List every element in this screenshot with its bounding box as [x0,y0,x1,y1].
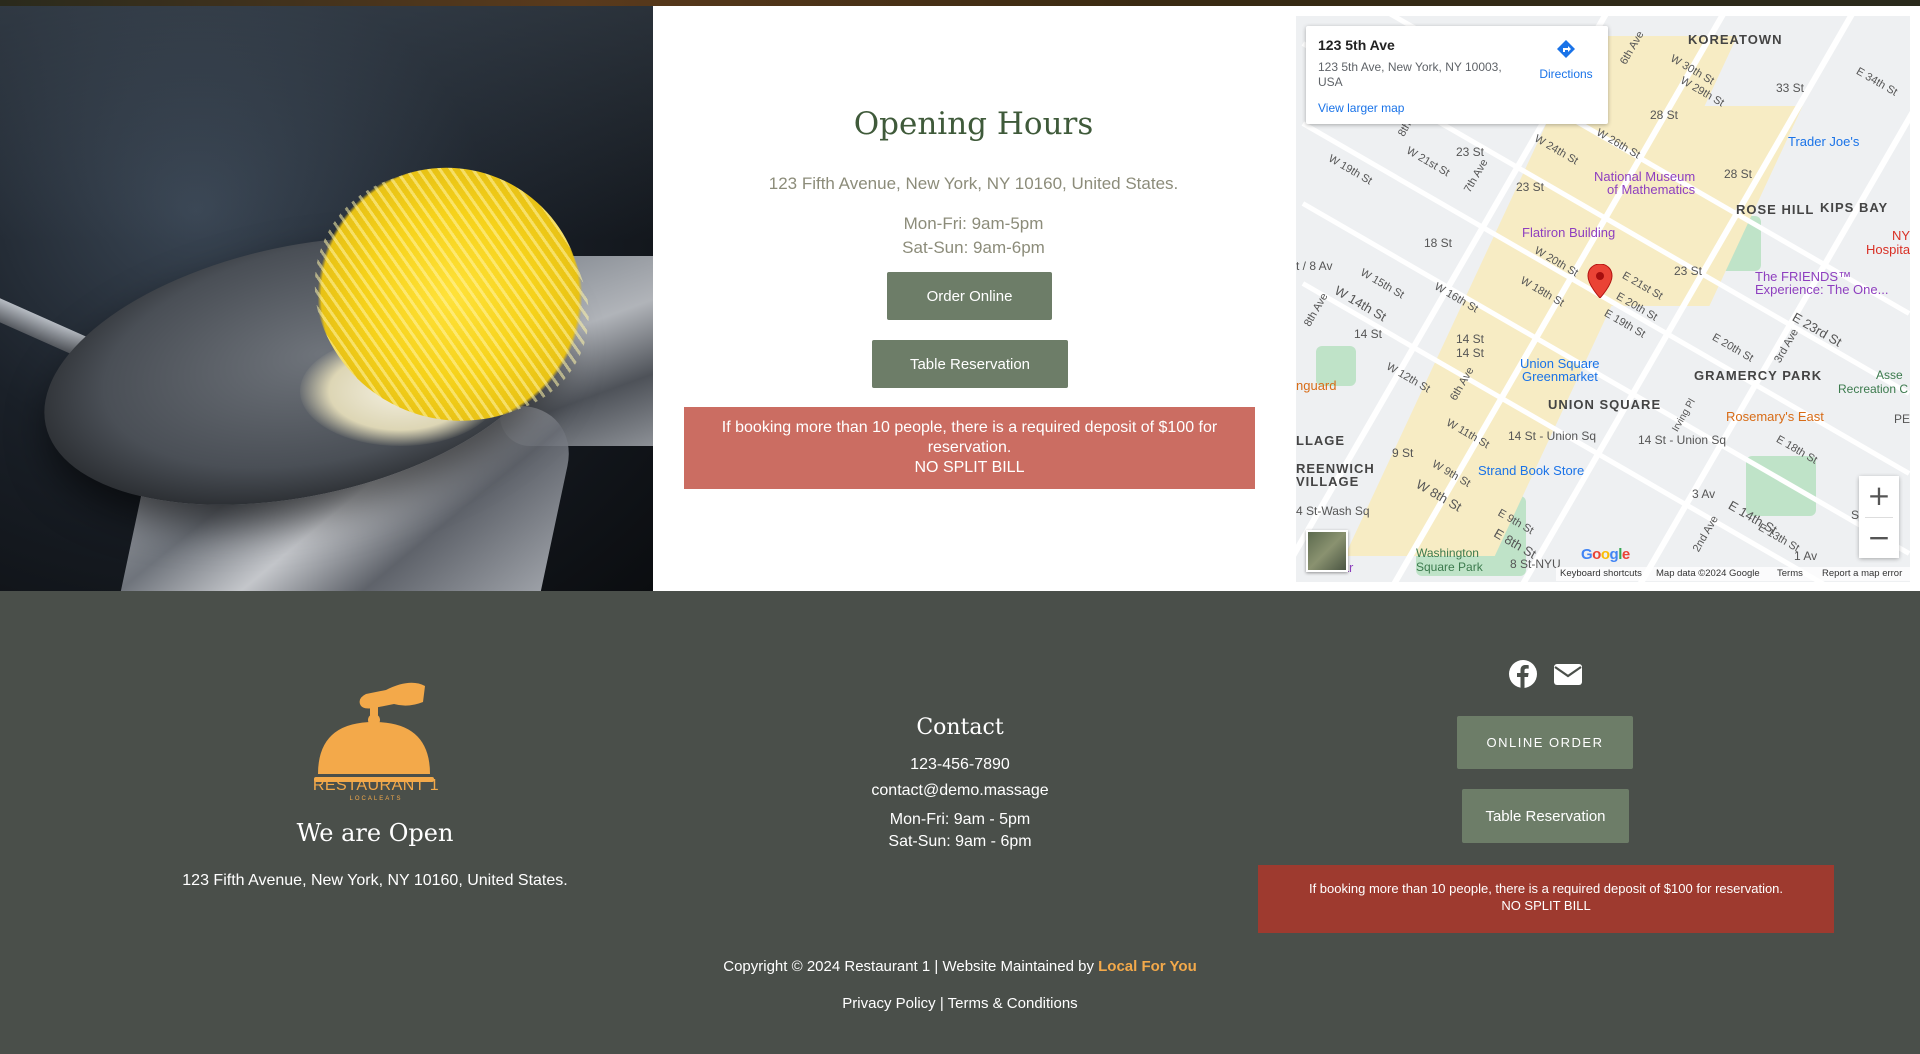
opening-hours-panel: Opening Hours 123 Fifth Avenue, New York… [653,6,1294,591]
map-label: VILLAGE [1296,474,1360,489]
logo-name: RESTAURANT 1 [312,777,440,794]
contact-title: Contact [916,715,1004,740]
opening-hours-title: Opening Hours [853,106,1094,142]
map-station: 28 St [1724,167,1753,181]
map-street-label: 8th Ave [1301,291,1331,329]
copyright-line: Copyright © 2024 Restaurant 1 | Website … [0,958,1920,975]
site-footer: RESTAURANT 1 LOCALEATS We are Open 123 F… [0,591,1920,1054]
online-order-button[interactable]: ONLINE ORDER [1457,716,1633,769]
map-station: 1 Av [1794,549,1818,563]
keyboard-shortcuts-link[interactable]: Keyboard shortcuts [1560,568,1642,579]
map-station: 18 St [1424,236,1453,250]
map-label: KOREATOWN [1688,32,1783,47]
map-station: t / 8 Av [1296,259,1333,273]
map-station: 9 St [1392,446,1414,460]
directions-link[interactable]: Directions [1531,38,1601,81]
map-station: 33 St [1776,81,1805,95]
order-online-button[interactable]: Order Online [887,272,1052,320]
map-label: ROSE HILL [1736,202,1815,217]
map-poi-label: Washington [1416,546,1479,560]
facebook-icon[interactable] [1508,659,1538,689]
map-street-label: 7th Ave [1461,157,1491,195]
hours-weekday: Mon-Fri: 9am-5pm [903,214,1044,233]
hours-weekend: Sat-Sun: 9am-6pm [902,238,1045,257]
map-poi-label: nguard [1296,378,1337,393]
map-station: 14 St - Union Sq [1638,433,1727,447]
footer-booking-notice-text: If booking more than 10 people, there is… [1308,881,1784,896]
map-station: 14 St - Union Sq [1508,429,1597,443]
map-station: 14 St [1456,332,1485,346]
map-street-label: E 34th St [1854,65,1900,99]
map-poi-label: PE [1894,412,1910,426]
directions-icon [1557,40,1575,58]
map-street-label: 2nd Ave [1690,513,1721,555]
map-poi-label: Flatiron Building [1522,225,1616,240]
maintainer-link[interactable]: Local For You [1098,958,1197,975]
map-station: 8 St-NYU [1510,557,1561,571]
zoom-controls: + − [1859,476,1899,558]
hours-address: 123 Fifth Avenue, New York, NY 10160, Un… [768,174,1179,193]
terms-link[interactable]: Terms [1777,568,1803,579]
map-attribution: Keyboard shortcuts Map data ©2024 Google… [1556,567,1910,581]
map-pin-icon[interactable] [1587,264,1613,298]
email-icon[interactable] [1553,659,1583,689]
booking-notice: If booking more than 10 people, there is… [684,407,1255,489]
map-station: 23 St [1674,264,1703,278]
footer-hours-weekend: Sat-Sun: 9am - 6pm [888,833,1032,850]
we-are-open-title: We are Open [296,819,454,847]
map-label: UNION SQUARE [1548,397,1662,412]
map-poi-label: Rosemary's East [1726,409,1824,424]
map-poi-label: Trader Joe's [1788,134,1860,149]
google-map[interactable]: KOREATOWN ROSE HILL KIPS BAY GRAMERCY PA… [1296,16,1910,582]
map-station: 3 Av [1692,487,1716,501]
food-photo [0,6,653,591]
legal-links: Privacy Policy | Terms & Conditions [0,995,1920,1012]
map-poi-label: of Mathematics [1607,182,1696,197]
map-poi-label: Square Park [1416,560,1483,574]
footer-table-reservation-button[interactable]: Table Reservation [1462,789,1629,843]
logo-tagline: LOCALEATS [349,796,403,802]
privacy-policy-link[interactable]: Privacy Policy [842,995,935,1012]
booking-notice-text: If booking more than 10 people, there is… [721,419,1218,456]
view-larger-map-link[interactable]: View larger map [1318,101,1404,115]
map-poi-label: Experience: The One... [1755,282,1889,297]
zoom-in-icon[interactable]: + [1859,476,1899,516]
map-street-label: W 15th St [1358,266,1407,302]
no-split-bill-text: NO SPLIT BILL [914,459,1025,476]
map-station: 28 St [1650,108,1679,122]
copyright-text: Copyright © 2024 Restaurant 1 | Website … [723,958,1099,975]
terms-conditions-link[interactable]: Terms & Conditions [948,995,1078,1012]
directions-label: Directions [1539,67,1593,81]
map-station: 4 St-Wash Sq [1296,504,1370,518]
map-data-text: Map data ©2024 Google [1656,568,1760,579]
footer-hours-weekday: Mon-Fri: 9am - 5pm [889,811,1031,828]
footer-booking-notice: If booking more than 10 people, there is… [1258,865,1834,933]
map-poi-label: Greenmarket [1522,369,1598,384]
map-poi-label: NY [1892,228,1910,243]
map-station: 14 St [1456,346,1485,360]
place-title: 123 5th Ave [1318,37,1395,53]
map-station: 23 St [1516,180,1545,194]
legal-separator: | [935,995,948,1012]
footer-address: 123 Fifth Avenue, New York, NY 10160, Un… [182,872,568,889]
table-reservation-button[interactable]: Table Reservation [872,340,1068,388]
map-label: KIPS BAY [1820,200,1889,215]
map-poi-label: Recreation C [1838,382,1909,396]
map-label: LLAGE [1296,433,1346,448]
footer-no-split-bill-text: NO SPLIT BILL [1501,898,1591,913]
place-address: 123 5th Ave, New York, NY 10003, USA [1318,60,1502,89]
map-street-label: W 21st St [1404,144,1452,180]
map-poi-label: Asse [1876,368,1903,382]
map-poi-label: Hospitals [1866,242,1910,257]
map-label: GRAMERCY PARK [1694,368,1823,383]
zoom-out-icon[interactable]: − [1859,518,1899,558]
map-station: 14 St [1354,327,1383,341]
report-error-link[interactable]: Report a map error [1822,568,1902,579]
map-poi-label: Strand Book Store [1478,463,1585,478]
satellite-layer-toggle[interactable] [1306,530,1348,572]
email-address[interactable]: contact@demo.massage [760,782,1160,800]
map-place-card: 123 5th Ave 123 5th Ave, New York, NY 10… [1306,26,1608,124]
phone-number[interactable]: 123-456-7890 [760,756,1160,774]
google-logo: Google [1581,546,1630,563]
